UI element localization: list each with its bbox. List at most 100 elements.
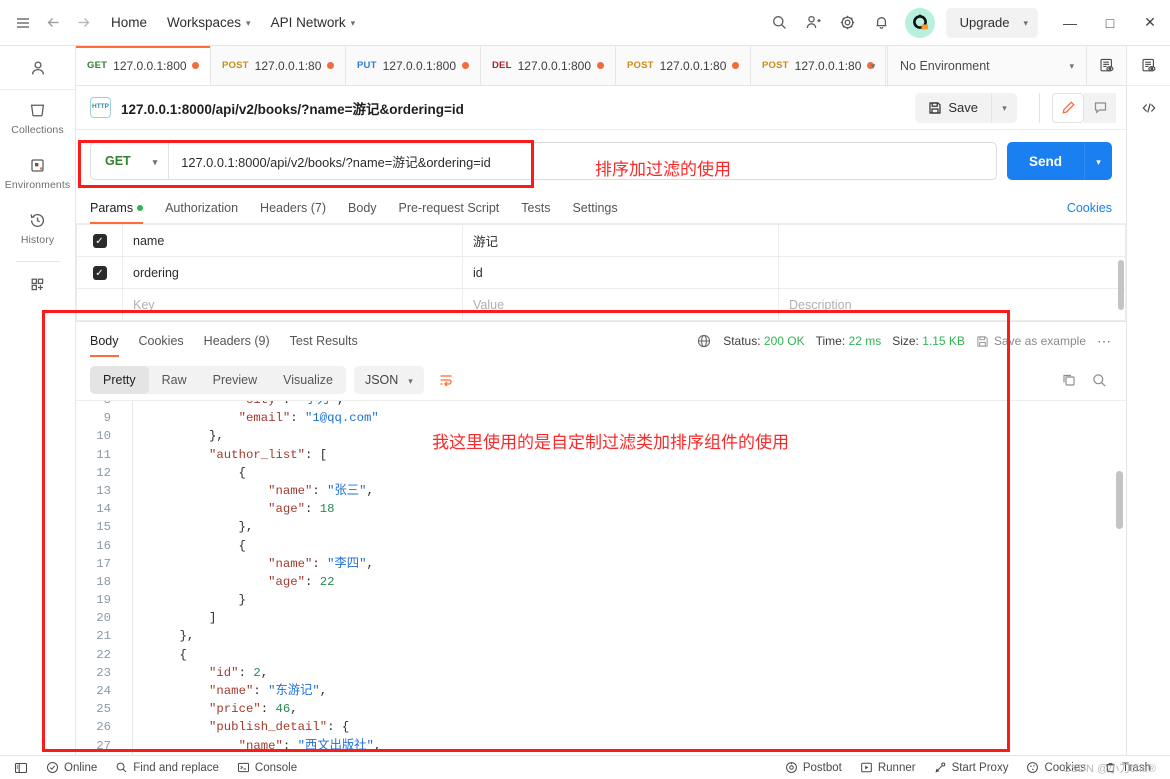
- params-table-scrollbar[interactable]: [1118, 260, 1124, 310]
- environment-quick-look-button[interactable]: [1127, 46, 1170, 86]
- trash-button[interactable]: Trash: [1095, 757, 1160, 779]
- request-tab-5[interactable]: POST 127.0.0.1:800(: [751, 46, 886, 85]
- request-tab-3[interactable]: DEL 127.0.0.1:800(: [481, 46, 616, 85]
- param-value[interactable]: 游记: [462, 224, 779, 257]
- code-line: 9 "email": "1@qq.com": [76, 409, 1126, 428]
- console-button[interactable]: Console: [228, 757, 306, 779]
- rail-divider: [15, 261, 60, 262]
- more-options-icon[interactable]: ⋯: [1097, 333, 1112, 350]
- hamburger-menu-icon[interactable]: [8, 8, 38, 38]
- param-enabled-checkbox[interactable]: ✓: [76, 224, 123, 257]
- rail-user-button[interactable]: [0, 46, 75, 90]
- param-value-placeholder[interactable]: Value: [462, 288, 779, 321]
- window-minimize-button[interactable]: —: [1050, 0, 1090, 46]
- code-snippet-button[interactable]: [1127, 86, 1170, 130]
- code-line-text: }: [150, 593, 246, 608]
- view-mode-visualize[interactable]: Visualize: [270, 366, 346, 394]
- code-fold-gutter: [122, 682, 146, 701]
- cookies-label: Cookies: [1044, 761, 1087, 774]
- tab-pre-request-script[interactable]: Pre-request Script: [388, 192, 511, 224]
- tab-body[interactable]: Body: [337, 192, 388, 224]
- avatar[interactable]: [904, 7, 935, 38]
- request-tab-0[interactable]: GET 127.0.0.1:800(: [76, 46, 211, 85]
- response-format-selector[interactable]: JSON ▾: [353, 366, 424, 394]
- sidebar-item-environments[interactable]: Environments: [0, 145, 75, 200]
- environment-quick-look-icon[interactable]: [1086, 46, 1126, 85]
- params-table-area: ✓ name 游记 ✓ ordering id Key Value Description: [76, 224, 1126, 321]
- param-value[interactable]: id: [462, 256, 779, 289]
- request-tab-1[interactable]: POST 127.0.0.1:800(: [211, 46, 346, 85]
- param-key[interactable]: name: [122, 224, 463, 257]
- response-tab-headers[interactable]: Headers (9): [194, 322, 280, 360]
- arrow-left-icon[interactable]: [38, 8, 68, 38]
- send-dropdown-button[interactable]: ▾: [1084, 142, 1112, 180]
- edit-request-button[interactable]: [1052, 92, 1084, 123]
- param-description-placeholder[interactable]: Description: [778, 288, 1126, 321]
- request-tab-2[interactable]: PUT 127.0.0.1:800(: [346, 46, 481, 85]
- param-description[interactable]: [778, 224, 1126, 257]
- response-body-scrollbar[interactable]: [1116, 471, 1123, 529]
- code-line: 23 "id": 2,: [76, 663, 1126, 683]
- request-tab-4[interactable]: POST 127.0.0.1:800(: [616, 46, 751, 85]
- status-online[interactable]: Online: [37, 757, 106, 779]
- save-as-example-button[interactable]: Save as example: [976, 334, 1086, 348]
- search-icon[interactable]: [1091, 372, 1108, 389]
- tab-params[interactable]: Params: [90, 192, 154, 224]
- console-label: Console: [254, 761, 298, 774]
- environment-selector[interactable]: No Environment ▾: [888, 46, 1086, 85]
- postbot-button[interactable]: Postbot: [776, 757, 851, 779]
- comment-request-button[interactable]: [1084, 92, 1116, 123]
- response-tab-cookies[interactable]: Cookies: [129, 322, 194, 360]
- window-maximize-button[interactable]: □: [1090, 0, 1130, 46]
- nav-workspaces[interactable]: Workspaces ▾: [158, 10, 260, 35]
- upgrade-button[interactable]: Upgrade ▾: [945, 7, 1038, 38]
- http-method-selector[interactable]: GET ▾: [91, 143, 170, 179]
- tab-settings[interactable]: Settings: [561, 192, 628, 224]
- request-tab-url: 127.0.0.1:800(: [254, 58, 321, 73]
- request-cookies-link[interactable]: Cookies: [1067, 201, 1112, 215]
- view-mode-preview[interactable]: Preview: [200, 366, 270, 394]
- copy-icon[interactable]: [1061, 372, 1077, 388]
- param-enabled-checkbox[interactable]: ✓: [76, 256, 123, 289]
- rail-new-button[interactable]: [0, 264, 75, 303]
- invite-user-icon[interactable]: [798, 7, 830, 39]
- tab-authorization[interactable]: Authorization: [154, 192, 249, 224]
- arrow-right-icon[interactable]: [68, 8, 98, 38]
- table-row: ✓ ordering id: [76, 256, 1126, 289]
- sidebar-toggle-button[interactable]: [10, 757, 37, 779]
- sidebar-item-collections[interactable]: Collections: [0, 90, 75, 145]
- nav-home[interactable]: Home: [102, 10, 156, 35]
- response-tab-body[interactable]: Body: [90, 322, 129, 360]
- word-wrap-icon[interactable]: [432, 366, 460, 394]
- view-mode-raw[interactable]: Raw: [149, 366, 200, 394]
- view-mode-pretty[interactable]: Pretty: [90, 366, 149, 394]
- response-tab-test-results[interactable]: Test Results: [280, 322, 368, 360]
- table-row-new: Key Value Description: [76, 288, 1126, 321]
- param-key[interactable]: ordering: [122, 256, 463, 289]
- nav-api-network[interactable]: API Network ▾: [262, 10, 365, 35]
- sidebar-item-history[interactable]: History: [0, 200, 75, 255]
- send-button[interactable]: Send: [1006, 142, 1084, 180]
- start-proxy-button[interactable]: Start Proxy: [925, 757, 1018, 779]
- param-enabled-checkbox-empty[interactable]: [76, 288, 123, 321]
- tab-tests[interactable]: Tests: [510, 192, 561, 224]
- runner-button[interactable]: Runner: [851, 757, 925, 779]
- param-key-placeholder[interactable]: Key: [122, 288, 463, 321]
- search-icon[interactable]: [764, 7, 796, 39]
- find-and-replace-button[interactable]: Find and replace: [106, 757, 228, 779]
- url-input[interactable]: 127.0.0.1:8000/api/v2/books/?name=游记&ord…: [169, 143, 996, 179]
- save-dropdown-button[interactable]: ▾: [991, 92, 1017, 123]
- save-button[interactable]: Save: [915, 92, 991, 123]
- tab-headers[interactable]: Headers (7): [249, 192, 337, 224]
- send-button-group: Send ▾: [1006, 142, 1112, 180]
- minimize-icon: —: [1063, 14, 1077, 31]
- param-description[interactable]: [778, 256, 1126, 289]
- bell-icon[interactable]: [866, 7, 898, 39]
- trash-icon: [1106, 763, 1115, 773]
- code-fold-gutter: [122, 500, 146, 519]
- cookies-button[interactable]: Cookies: [1017, 757, 1095, 779]
- gear-icon[interactable]: [832, 7, 864, 39]
- titlebar-actions: Upgrade ▾: [764, 7, 1050, 39]
- window-close-button[interactable]: ✕: [1130, 0, 1170, 46]
- response-body-code[interactable]: 8 "city": "小刀", 9 "email": "1@qq.com" 10 }…: [76, 400, 1126, 755]
